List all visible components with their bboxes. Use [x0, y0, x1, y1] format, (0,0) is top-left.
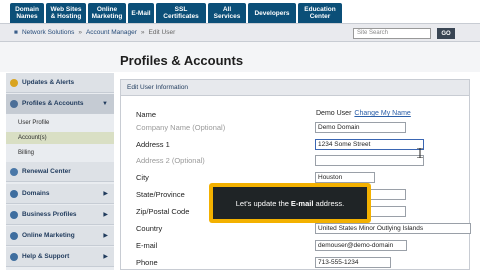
tutorial-tooltip: Let's update the E-mail address. — [209, 183, 371, 223]
sidebar: Updates & Alerts Profiles & Accounts ▼ U… — [6, 73, 114, 270]
sidebar-item-label: Updates & Alerts — [22, 79, 75, 86]
chevron-right-icon: ▶ — [103, 254, 108, 260]
tooltip-prefix: Let's update the — [235, 198, 289, 208]
alert-icon — [10, 78, 18, 87]
sidebar-item-label: Online Marketing — [22, 232, 75, 239]
marketing-icon — [10, 231, 18, 240]
search-go-button[interactable]: GO — [437, 28, 455, 39]
home-icon: ■ — [14, 29, 18, 36]
top-navigation: Domain Names Web Sites & Hosting Online … — [0, 0, 480, 23]
tab-web-sites-hosting[interactable]: Web Sites & Hosting — [46, 3, 86, 23]
company-label: Company Name (Optional) — [136, 123, 226, 132]
sidebar-item-business-profiles[interactable]: Business Profiles ▶ — [6, 205, 114, 225]
sidebar-item-profiles-accounts[interactable]: Profiles & Accounts ▼ — [6, 94, 114, 114]
breadcrumb-separator: » — [78, 29, 82, 36]
sidebar-item-label: Help & Support — [22, 253, 70, 260]
country-select[interactable]: United States Minor Outlying Islands — [315, 223, 471, 234]
site-search-input[interactable]: Site Search — [353, 28, 431, 39]
chevron-right-icon: ▶ — [103, 212, 108, 218]
chevron-down-icon: ▼ — [102, 100, 108, 107]
breadcrumb-account-manager[interactable]: Account Manager — [86, 29, 137, 36]
mouse-cursor-icon — [417, 148, 423, 158]
tooltip-bold: E-mail — [290, 198, 314, 208]
name-value: Demo User Change My Name — [316, 110, 411, 117]
renewal-icon — [10, 167, 18, 176]
sidebar-item-label: Renewal Center — [22, 168, 71, 175]
profile-icon — [10, 99, 18, 108]
phone-label: Phone — [136, 258, 158, 267]
sidebar-item-help-support[interactable]: Help & Support ▶ — [6, 247, 114, 267]
breadcrumb-bar: ■ Network Solutions » Account Manager » … — [0, 23, 480, 42]
main-tabs: Domain Names Web Sites & Hosting Online … — [10, 3, 342, 23]
address2-label: Address 2 (Optional) — [136, 156, 205, 165]
name-label: Name — [136, 110, 157, 119]
phone-field[interactable]: 713-555-1234 — [315, 257, 391, 268]
zip-label: Zip/Postal Code — [136, 207, 190, 216]
user-name: Demo User — [316, 110, 352, 117]
address2-field[interactable] — [315, 155, 424, 166]
sidebar-item-renewal-center[interactable]: Renewal Center — [6, 162, 114, 182]
change-name-link[interactable]: Change My Name — [354, 110, 410, 117]
sidebar-item-online-marketing[interactable]: Online Marketing ▶ — [6, 226, 114, 246]
tab-domain-names[interactable]: Domain Names — [10, 3, 44, 23]
city-field[interactable]: Houston — [315, 172, 375, 183]
globe-icon — [10, 189, 18, 198]
address1-field[interactable]: 1234 Some Street — [315, 139, 424, 150]
company-field[interactable]: Demo Domain — [315, 122, 406, 133]
chevron-right-icon: ▶ — [103, 191, 108, 197]
panel-header: Edit User Information — [121, 80, 469, 96]
page-title: Profiles & Accounts — [120, 53, 244, 68]
sidebar-subitem-billing[interactable]: Billing — [18, 150, 34, 156]
tab-online-marketing[interactable]: Online Marketing — [88, 3, 126, 23]
sidebar-item-label: Domains — [22, 190, 50, 197]
tab-email[interactable]: E-Mail — [128, 3, 154, 23]
breadcrumb: ■ Network Solutions » Account Manager » … — [14, 29, 175, 36]
email-field[interactable]: demouser@demo-domain — [315, 240, 407, 251]
breadcrumb-network-solutions[interactable]: Network Solutions — [22, 29, 74, 36]
sidebar-subitem-user-profile[interactable]: User Profile — [18, 120, 49, 126]
edit-user-panel: Edit User Information Name Demo User Chan… — [120, 79, 471, 270]
sidebar-item-label: Profiles & Accounts — [22, 100, 84, 107]
email-label: E-mail — [136, 241, 158, 250]
tooltip-text: Let's update the E-mail address. — [213, 187, 367, 219]
tooltip-suffix: address. — [315, 198, 345, 208]
sidebar-item-label: Business Profiles — [22, 211, 77, 218]
address1-label: Address 1 — [136, 140, 170, 149]
breadcrumb-separator: » — [140, 29, 145, 36]
tab-education-center[interactable]: Education Center — [298, 3, 342, 23]
sidebar-subitem-accounts[interactable]: Account(s) — [18, 135, 47, 141]
tab-ssl-certificates[interactable]: SSL Certificates — [156, 3, 206, 23]
help-icon — [10, 252, 18, 261]
country-label: Country — [136, 224, 163, 233]
business-icon — [10, 210, 18, 219]
tab-developers[interactable]: Developers — [248, 3, 296, 23]
state-label: State/Province — [136, 190, 185, 199]
sidebar-item-domains[interactable]: Domains ▶ — [6, 184, 114, 204]
sidebar-item-updates-alerts[interactable]: Updates & Alerts — [6, 73, 114, 93]
chevron-right-icon: ▶ — [103, 233, 108, 239]
breadcrumb-current: Edit User — [148, 29, 176, 36]
city-label: City — [136, 173, 149, 182]
tab-all-services[interactable]: All Services — [208, 3, 246, 23]
